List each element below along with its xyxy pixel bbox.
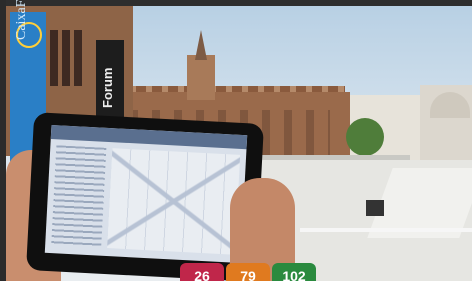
screen-map: [107, 148, 241, 255]
forum-banner-text: Forum: [100, 67, 115, 108]
clock-tower: [187, 55, 215, 100]
plaza-opening: [366, 200, 384, 216]
tablet-screen: [44, 124, 248, 264]
counter-badge-green[interactable]: 102: [272, 263, 316, 281]
tower-spire: [195, 30, 207, 60]
left-building-windows: [50, 30, 86, 86]
caixaforum-banner-text: CaixaForum: [14, 0, 29, 40]
counter-badge-orange[interactable]: 79: [226, 263, 270, 281]
tree: [346, 118, 384, 156]
railing: [300, 228, 472, 232]
counter-badge-red[interactable]: 26: [180, 263, 224, 281]
photo-frame: CaixaForum Forum 26 79 102: [0, 0, 472, 281]
share-counters: 26 79 102: [180, 263, 316, 281]
screen-text-column: [51, 145, 107, 248]
